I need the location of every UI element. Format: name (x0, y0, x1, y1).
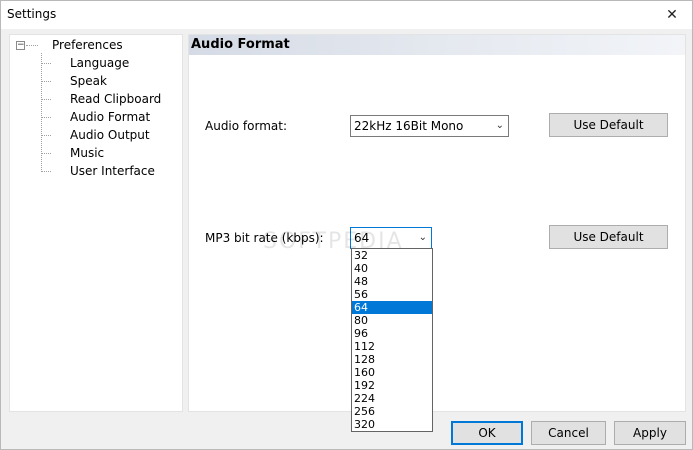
tree-item-music[interactable]: Music (68, 144, 106, 162)
close-icon[interactable]: ✕ (652, 1, 692, 29)
dropdown-option[interactable]: 224 (352, 392, 432, 405)
mp3-bitrate-use-default-button[interactable]: Use Default (549, 225, 668, 249)
tree-root-preferences[interactable]: Preferences (50, 36, 125, 54)
section-header: Audio Format (189, 35, 685, 55)
audio-format-value: 22kHz 16Bit Mono (354, 119, 464, 133)
tree-item-audio-output[interactable]: Audio Output (68, 126, 152, 144)
audio-format-select[interactable]: 22kHz 16Bit Mono ⌄ (350, 115, 509, 137)
tree-connector (41, 135, 51, 136)
mp3-bitrate-value: 64 (354, 231, 370, 245)
settings-window: Settings ✕ − Preferences Language Speak … (0, 0, 693, 450)
mp3-bitrate-dropdown-list[interactable]: 32 40 48 56 64 80 96 112 128 160 192 224… (351, 248, 433, 432)
mp3-bitrate-select[interactable]: 64 ⌄ (350, 227, 432, 249)
tree-item-read-clipboard[interactable]: Read Clipboard (68, 90, 163, 108)
dropdown-option[interactable]: 192 (352, 379, 432, 392)
tree-item-language[interactable]: Language (68, 54, 131, 72)
dropdown-option[interactable]: 320 (352, 418, 432, 431)
tree-item-speak[interactable]: Speak (68, 72, 109, 90)
chevron-down-icon: ⌄ (418, 232, 427, 243)
tree-item-user-interface[interactable]: User Interface (68, 162, 157, 180)
dropdown-option[interactable]: 56 (352, 288, 432, 301)
tree-connector (41, 153, 51, 154)
ok-button[interactable]: OK (451, 421, 523, 445)
tree-connector (41, 99, 51, 100)
tree-item-audio-format[interactable]: Audio Format (68, 108, 153, 126)
dropdown-option[interactable]: 160 (352, 366, 432, 379)
tree-connector (41, 117, 51, 118)
window-title: Settings (7, 7, 57, 21)
dropdown-option[interactable]: 32 (352, 249, 432, 262)
dropdown-option-selected[interactable]: 64 (352, 301, 432, 314)
title-bar: Settings ✕ (1, 1, 692, 29)
mp3-bitrate-label: MP3 bit rate (kbps): (205, 231, 324, 245)
tree-connector (41, 171, 51, 172)
tree-connector (41, 81, 51, 82)
audio-format-label: Audio format: (205, 119, 288, 133)
dropdown-option[interactable]: 256 (352, 405, 432, 418)
apply-button[interactable]: Apply (614, 421, 686, 445)
dropdown-option[interactable]: 96 (352, 327, 432, 340)
dropdown-option[interactable]: 40 (352, 262, 432, 275)
tree-connector (41, 63, 51, 64)
dropdown-option[interactable]: 112 (352, 340, 432, 353)
settings-tree: − Preferences Language Speak Read Clipbo… (9, 34, 183, 412)
dropdown-option[interactable]: 80 (352, 314, 432, 327)
cancel-button[interactable]: Cancel (531, 421, 606, 445)
settings-content-panel: Audio Format (188, 34, 686, 412)
audio-format-use-default-button[interactable]: Use Default (549, 113, 668, 137)
dropdown-option[interactable]: 128 (352, 353, 432, 366)
dropdown-option[interactable]: 48 (352, 275, 432, 288)
chevron-down-icon: ⌄ (495, 120, 504, 131)
tree-connector (26, 45, 38, 46)
collapse-icon[interactable]: − (16, 41, 25, 50)
